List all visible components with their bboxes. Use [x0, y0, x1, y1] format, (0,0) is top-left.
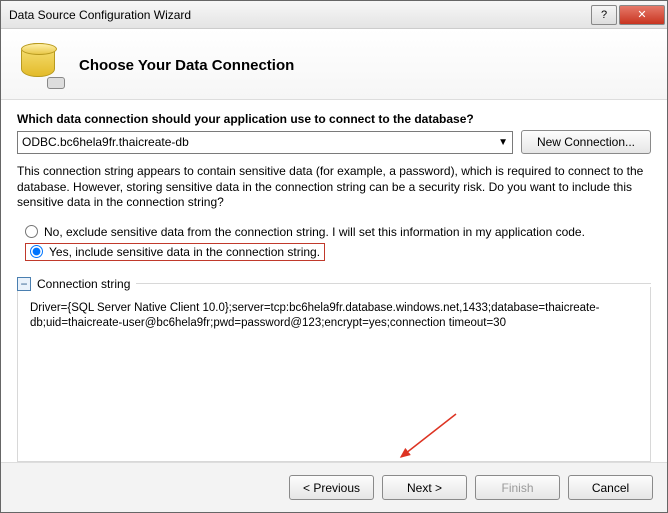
group-title: Connection string [37, 277, 130, 291]
previous-button[interactable]: < Previous [289, 475, 374, 500]
help-button[interactable]: ? [591, 5, 617, 25]
wizard-footer: < Previous Next > Finish Cancel [1, 462, 667, 512]
collapse-icon[interactable]: − [17, 277, 31, 291]
window-title: Data Source Configuration Wizard [9, 8, 591, 22]
connection-string-group: − Connection string Driver={SQL Server N… [17, 287, 651, 462]
database-icon [17, 41, 65, 89]
radio-include-highlight: Yes, include sensitive data in the conne… [25, 243, 325, 261]
connection-dropdown-value: ODBC.bc6hela9fr.thaicreate-db [22, 135, 189, 149]
group-header: − Connection string [17, 277, 651, 291]
radio-include-wrapper: Yes, include sensitive data in the conne… [25, 243, 651, 261]
radio-include-input[interactable] [30, 245, 43, 258]
group-divider [136, 283, 651, 284]
content-area: Which data connection should your applic… [1, 100, 667, 462]
radio-exclude-input[interactable] [25, 225, 38, 238]
finish-button: Finish [475, 475, 560, 500]
sensitive-data-warning: This connection string appears to contai… [17, 164, 651, 211]
chevron-down-icon: ▼ [498, 137, 508, 148]
connection-dropdown[interactable]: ODBC.bc6hela9fr.thaicreate-db ▼ [17, 131, 513, 154]
new-connection-button[interactable]: New Connection... [521, 130, 651, 154]
page-heading: Choose Your Data Connection [79, 57, 294, 74]
cancel-button[interactable]: Cancel [568, 475, 653, 500]
wizard-window: Data Source Configuration Wizard ? ✕ Cho… [0, 0, 668, 513]
connection-string-value: Driver={SQL Server Native Client 10.0};s… [28, 299, 640, 334]
radio-exclude[interactable]: No, exclude sensitive data from the conn… [25, 225, 651, 239]
wizard-header: Choose Your Data Connection [1, 29, 667, 100]
titlebar: Data Source Configuration Wizard ? ✕ [1, 1, 667, 29]
connection-row: ODBC.bc6hela9fr.thaicreate-db ▼ New Conn… [17, 130, 651, 154]
connection-question: Which data connection should your applic… [17, 112, 651, 126]
next-button[interactable]: Next > [382, 475, 467, 500]
sensitive-data-radios: No, exclude sensitive data from the conn… [25, 221, 651, 265]
close-button[interactable]: ✕ [619, 5, 665, 25]
radio-exclude-label: No, exclude sensitive data from the conn… [44, 225, 585, 239]
radio-include-label: Yes, include sensitive data in the conne… [49, 245, 320, 259]
window-controls: ? ✕ [591, 5, 665, 25]
